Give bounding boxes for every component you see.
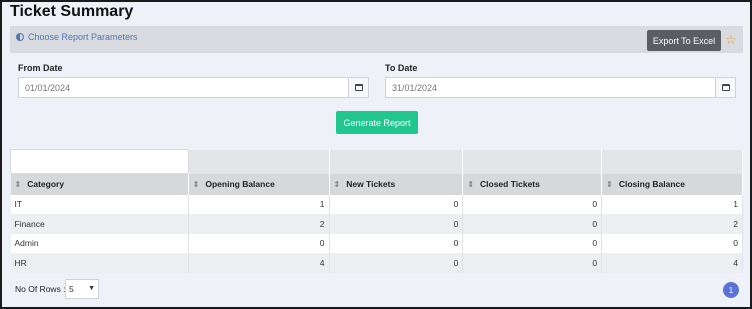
to-date-label: To Date — [385, 63, 418, 73]
opening-balance-filter — [188, 149, 330, 174]
header-row: ⇕ Category ⇕ Opening Balance ⇕ New Tickets … — [10, 173, 743, 195]
category-filter-input[interactable] — [10, 149, 189, 174]
closing-balance-cell: 4 — [601, 253, 743, 273]
category-cell: Finance — [10, 214, 189, 234]
table-footer: No Of Rows : 5 ▼ 1 — [10, 279, 743, 301]
new-tickets-filter — [329, 149, 464, 174]
calendar-icon — [721, 84, 730, 91]
sort-icon: ⇕ — [14, 180, 22, 190]
to-date-picker[interactable] — [715, 78, 735, 97]
rows-per-page-select[interactable]: 5 ▼ — [65, 279, 99, 299]
to-date-value: 31/01/2024 — [392, 82, 438, 93]
filter-row — [10, 149, 743, 174]
new-tickets-cell: 0 — [329, 214, 464, 234]
to-date-field[interactable]: 31/01/2024 — [385, 77, 736, 98]
rows-per-page-label: No Of Rows : — [15, 284, 66, 294]
from-date-picker[interactable] — [348, 78, 368, 97]
closed-tickets-cell: 0 — [462, 214, 603, 234]
from-date-label: From Date — [18, 63, 63, 73]
new-tickets-cell: 0 — [329, 253, 464, 273]
closed-tickets-filter — [462, 149, 603, 174]
closing-balance-filter — [601, 149, 743, 174]
from-date-value: 01/01/2024 — [25, 82, 71, 93]
rows-per-page-value: 5 — [69, 284, 74, 294]
column-header-opening-balance[interactable]: ⇕ Opening Balance — [188, 173, 330, 195]
closing-balance-cell: 1 — [601, 194, 743, 214]
choose-parameters-link[interactable]: Choose Report Parameters — [16, 32, 138, 42]
sort-icon: ⇕ — [333, 180, 341, 189]
table-row: Admin 0 0 0 0 — [10, 233, 743, 253]
opening-balance-cell: 2 — [188, 214, 330, 234]
opening-balance-cell: 4 — [188, 253, 330, 273]
page-title: Ticket Summary — [10, 3, 134, 20]
chevron-down-icon: ▼ — [88, 285, 95, 292]
half-circle-icon — [16, 33, 24, 41]
column-header-new-tickets[interactable]: ⇕ New Tickets — [329, 173, 464, 195]
new-tickets-cell: 0 — [329, 194, 464, 214]
opening-balance-cell: 1 — [188, 194, 330, 214]
column-header-closed-tickets[interactable]: ⇕ Closed Tickets — [462, 173, 603, 195]
calendar-icon — [354, 84, 363, 91]
choose-parameters-label: Choose Report Parameters — [28, 32, 138, 42]
export-to-excel-button[interactable]: Export To Excel — [647, 30, 721, 51]
closing-balance-cell: 0 — [601, 233, 743, 253]
sort-icon: ⇕ — [467, 180, 475, 189]
generate-report-button[interactable]: Generate Report — [336, 111, 418, 134]
closed-tickets-cell: 0 — [462, 194, 603, 214]
column-header-category[interactable]: ⇕ Category — [10, 173, 189, 195]
sort-icon: ⇕ — [192, 180, 200, 189]
opening-balance-cell: 0 — [188, 233, 330, 253]
category-cell: Admin — [10, 233, 189, 253]
page-button-1[interactable]: 1 — [723, 282, 739, 298]
column-header-closing-balance[interactable]: ⇕ Closing Balance — [601, 173, 743, 195]
closing-balance-cell: 2 — [601, 214, 743, 234]
table-row: HR 4 0 0 4 — [10, 253, 743, 273]
closed-tickets-cell: 0 — [462, 253, 603, 273]
sort-icon: ⇕ — [606, 180, 613, 189]
summary-table: ⇕ Category ⇕ Opening Balance ⇕ New Tickets … — [10, 149, 743, 273]
from-date-field[interactable]: 01/01/2024 — [18, 77, 369, 98]
parameters-bar: Choose Report Parameters — [10, 26, 743, 53]
star-icon[interactable]: ☆ — [725, 32, 737, 48]
table-row: IT 1 0 0 1 — [10, 194, 743, 214]
category-cell: HR — [10, 253, 189, 273]
category-cell: IT — [10, 194, 189, 214]
table-row: Finance 2 0 0 2 — [10, 214, 743, 234]
new-tickets-cell: 0 — [329, 233, 464, 253]
closed-tickets-cell: 0 — [462, 233, 603, 253]
